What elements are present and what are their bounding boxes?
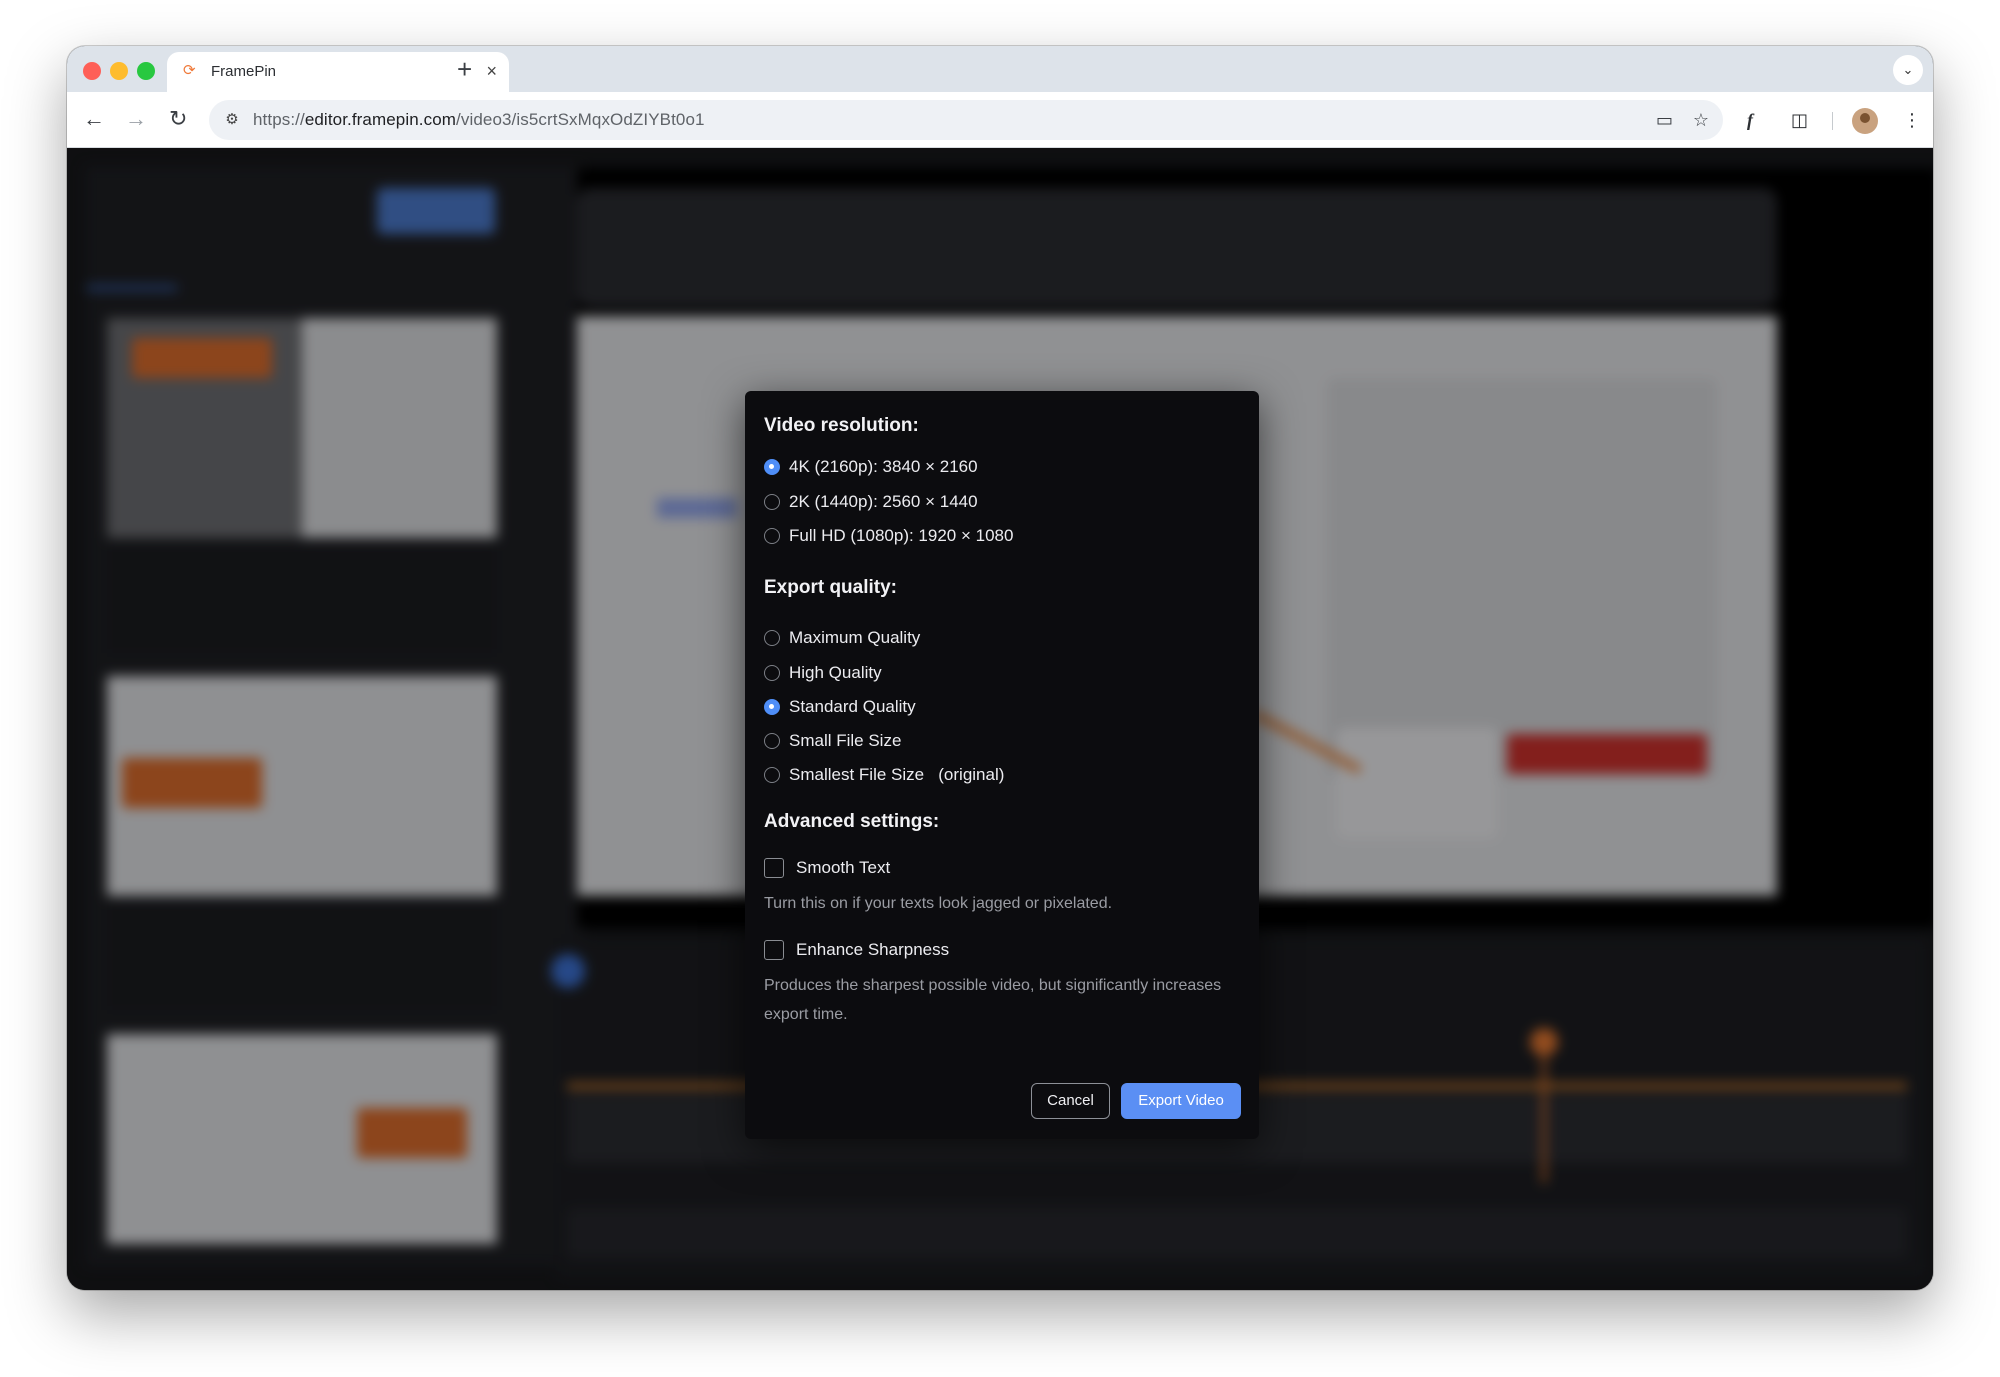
radio-maximum-quality[interactable]	[764, 630, 780, 646]
framepin-extension-icon[interactable]: f	[1747, 106, 1753, 134]
smooth-text-checkbox[interactable]	[764, 858, 784, 878]
reload-icon[interactable]: ↻	[169, 104, 187, 134]
radio-small-file-size[interactable]	[764, 733, 780, 749]
address-bar[interactable]: ⚙ https://editor.framepin.com/video3/is5…	[209, 100, 1723, 140]
enhance-sharpness-label: Enhance Sharpness	[796, 940, 950, 959]
browser-window: ⟳ FramePin × + ⌄ ← → ↻ ⚙ https://editor.…	[67, 46, 1933, 1290]
editor-backdrop: Video resolution: 4K (2160p): 3840 × 216…	[67, 148, 1933, 1290]
export-video-dialog: Video resolution: 4K (2160p): 3840 × 216…	[745, 391, 1259, 1139]
url-path: /video3/is5crtSxMqxOdZIYBt0o1	[456, 110, 705, 129]
enhance-sharpness-hint: Produces the sharpest possible video, bu…	[764, 977, 1222, 1023]
resolution-option-4k[interactable]: 4K (2160p): 3840 × 2160	[764, 456, 978, 478]
puzzle-icon[interactable]: ◫	[1791, 106, 1808, 134]
url-scheme: https://	[253, 110, 305, 129]
radio-smallest-file-size[interactable]	[764, 767, 780, 783]
resolution-section-title: Video resolution:	[764, 415, 919, 436]
back-arrow-icon[interactable]: ←	[83, 104, 105, 134]
kebab-menu-icon[interactable]: ⋮	[1903, 106, 1921, 134]
radio-2k[interactable]	[764, 494, 780, 510]
tab-strip: ⟳ FramePin × + ⌄	[67, 46, 1933, 92]
quality-label-small: Small File Size	[789, 731, 902, 750]
quality-label-standard: Standard Quality	[789, 697, 916, 716]
toolbar-divider	[1832, 112, 1833, 130]
minimize-window-button[interactable]	[110, 62, 128, 80]
resolution-option-fullhd[interactable]: Full HD (1080p): 1920 × 1080	[764, 525, 1013, 547]
quality-label-maximum: Maximum Quality	[789, 628, 921, 647]
star-icon[interactable]: ☆	[1693, 109, 1709, 131]
url-text[interactable]: https://editor.framepin.com/video3/is5cr…	[253, 110, 705, 130]
new-tab-button[interactable]: +	[457, 53, 472, 85]
resolution-label-fullhd: Full HD (1080p): 1920 × 1080	[789, 526, 1014, 545]
quality-option-high[interactable]: High Quality	[764, 662, 882, 684]
close-window-button[interactable]	[83, 62, 101, 80]
site-info-icon[interactable]: ⚙	[221, 109, 243, 131]
profile-avatar[interactable]	[1852, 108, 1878, 134]
forward-arrow-icon[interactable]: →	[125, 104, 147, 134]
quality-label-high: High Quality	[789, 663, 882, 682]
enhance-sharpness-checkbox[interactable]	[764, 940, 784, 960]
quality-label-smallest: Smallest File Size (original)	[789, 765, 1005, 784]
advanced-section-title: Advanced settings:	[764, 811, 940, 832]
tab-title: FramePin	[211, 63, 277, 80]
quality-option-small[interactable]: Small File Size	[764, 730, 901, 752]
enhance-sharpness-option[interactable]: Enhance Sharpness	[764, 939, 949, 961]
tab-close-icon[interactable]: ×	[486, 60, 497, 82]
smooth-text-hint: Turn this on if your texts look jagged o…	[764, 895, 1113, 912]
cancel-button[interactable]: Cancel	[1031, 1083, 1110, 1119]
quality-option-standard[interactable]: Standard Quality	[764, 696, 916, 718]
smooth-text-option[interactable]: Smooth Text	[764, 857, 890, 879]
browser-toolbar: ← → ↻ ⚙ https://editor.framepin.com/vide…	[67, 92, 1933, 148]
smooth-text-label: Smooth Text	[796, 858, 891, 877]
framepin-favicon-icon: ⟳	[183, 62, 196, 79]
maximize-window-button[interactable]	[137, 62, 155, 80]
install-app-icon[interactable]: ▭	[1656, 109, 1673, 131]
radio-high-quality[interactable]	[764, 665, 780, 681]
radio-4k[interactable]	[764, 459, 780, 475]
export-video-button[interactable]: Export Video	[1121, 1083, 1241, 1119]
resolution-option-2k[interactable]: 2K (1440p): 2560 × 1440	[764, 491, 978, 513]
radio-fullhd[interactable]	[764, 528, 780, 544]
radio-standard-quality[interactable]	[764, 699, 780, 715]
tab-search-chevron-icon[interactable]: ⌄	[1893, 55, 1923, 85]
quality-option-maximum[interactable]: Maximum Quality	[764, 627, 920, 649]
resolution-label-2k: 2K (1440p): 2560 × 1440	[789, 492, 978, 511]
quality-section-title: Export quality:	[764, 577, 898, 598]
resolution-label-4k: 4K (2160p): 3840 × 2160	[789, 457, 978, 476]
url-host: editor.framepin.com	[304, 110, 457, 129]
quality-option-smallest[interactable]: Smallest File Size (original)	[764, 764, 1004, 786]
